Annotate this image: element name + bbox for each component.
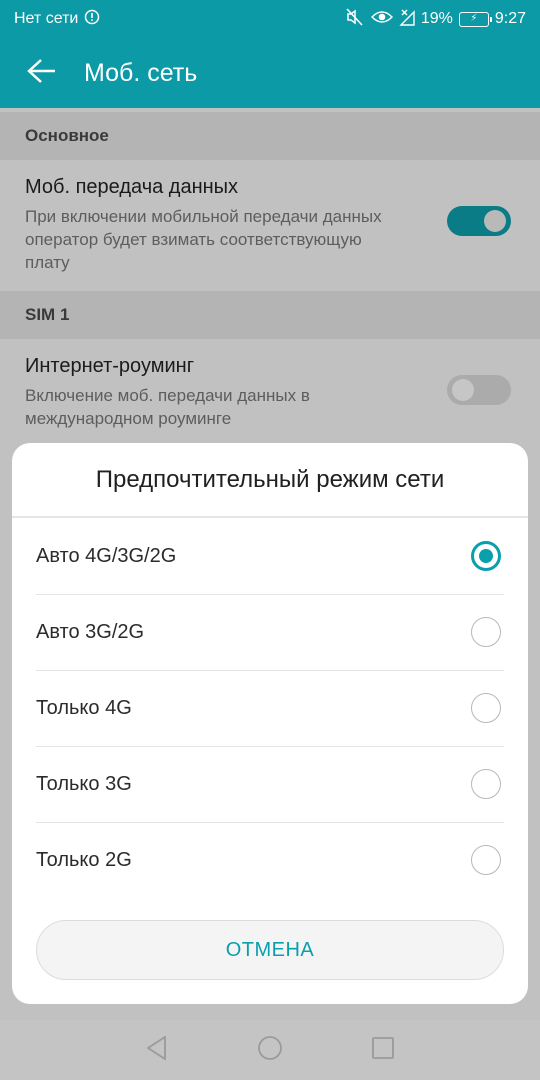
option-label: Только 4G	[36, 696, 132, 719]
network-mode-dialog: Предпочтительный режим сети Авто 4G/3G/2…	[12, 443, 528, 1004]
option-label: Только 3G	[36, 772, 132, 795]
nav-home-icon	[257, 1035, 283, 1066]
option-label: Только 2G	[36, 848, 132, 871]
mobile-data-toggle[interactable]	[447, 206, 511, 236]
section-header-sim: SIM 1	[0, 291, 540, 339]
eye-icon	[370, 9, 393, 30]
nav-back-button[interactable]	[127, 1020, 187, 1080]
clock: 9:27	[494, 10, 526, 27]
nav-recents-icon	[371, 1036, 395, 1065]
radio-unchecked[interactable]	[471, 693, 501, 723]
option-label: Авто 4G/3G/2G	[36, 544, 177, 567]
option-only-3g[interactable]: Только 3G	[36, 746, 504, 822]
network-status-text: Нет сети	[14, 10, 79, 27]
mobile-data-row[interactable]: Моб. передача данных При включении мобил…	[0, 160, 540, 288]
mobile-data-subtitle: При включении мобильной передачи данных …	[25, 207, 382, 272]
section-header-main: Основное	[0, 112, 540, 160]
mobile-data-title: Моб. передача данных	[25, 176, 239, 198]
option-only-4g[interactable]: Только 4G	[36, 670, 504, 746]
arrow-back-icon	[27, 58, 57, 89]
navigation-bar	[0, 1020, 540, 1080]
option-auto-3g-2g[interactable]: Авто 3G/2G	[36, 594, 504, 670]
roaming-title: Интернет-роуминг	[25, 355, 194, 377]
status-left: Нет сети	[14, 9, 100, 30]
nav-back-icon	[145, 1034, 169, 1066]
option-only-2g[interactable]: Только 2G	[36, 822, 504, 898]
roaming-toggle[interactable]	[447, 375, 511, 405]
radio-unchecked[interactable]	[471, 769, 501, 799]
back-button[interactable]	[0, 38, 84, 108]
toggle-knob	[484, 210, 506, 232]
roaming-subtitle: Включение моб. передачи данных в междуна…	[25, 386, 310, 428]
radio-unchecked[interactable]	[471, 845, 501, 875]
radio-unchecked[interactable]	[471, 617, 501, 647]
dialog-title: Предпочтительный режим сети	[95, 466, 445, 493]
cancel-button[interactable]: ОТМЕНА	[36, 920, 504, 980]
nav-home-button[interactable]	[240, 1020, 300, 1080]
no-signal-icon	[399, 8, 415, 31]
mute-icon	[345, 7, 365, 31]
alert-circle-icon	[84, 9, 100, 30]
status-bar: Нет сети 19% ⚡ 9:27	[0, 0, 540, 38]
option-label: Авто 3G/2G	[36, 620, 145, 643]
status-right: 19% ⚡ 9:27	[345, 7, 526, 31]
app-bar: Моб. сеть	[0, 38, 540, 108]
battery-icon: ⚡	[458, 11, 492, 27]
roaming-row[interactable]: Интернет-роуминг Включение моб. передачи…	[0, 339, 540, 443]
page-title: Моб. сеть	[84, 58, 198, 87]
battery-percent: 19%	[420, 10, 453, 27]
option-auto-4g-3g-2g[interactable]: Авто 4G/3G/2G	[36, 518, 504, 594]
radio-checked[interactable]	[471, 541, 501, 571]
toggle-knob	[452, 379, 474, 401]
nav-recents-button[interactable]	[353, 1020, 413, 1080]
